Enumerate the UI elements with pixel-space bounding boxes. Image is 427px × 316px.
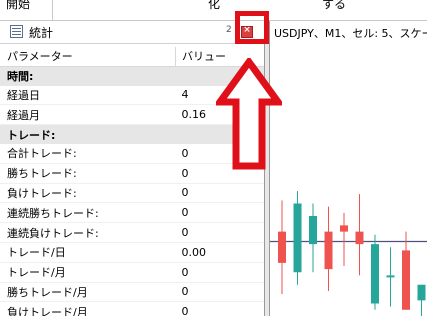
- candlestick-plot: [270, 191, 427, 316]
- parameter-value: 0: [175, 301, 264, 316]
- statistics-panel-header: 統計 2 ×: [0, 21, 264, 44]
- annotation-highlight-box: [235, 11, 269, 44]
- parameter-name: 勝ちトレード/月: [0, 282, 176, 303]
- candle-body: [371, 244, 379, 304]
- candle-body: [402, 250, 410, 310]
- candle-body: [355, 231, 364, 245]
- table-row[interactable]: 連続勝ちトレード: 0: [0, 202, 264, 224]
- parameter-value: 0: [175, 202, 264, 224]
- annotation-arrow-up-icon: [216, 58, 282, 170]
- parameter-value: 0.00: [175, 242, 264, 263]
- column-header-parameter[interactable]: パラメーター: [0, 47, 176, 67]
- candle-body: [309, 216, 317, 245]
- table-row[interactable]: トレード/日 0.00: [0, 242, 264, 263]
- parameter-name: トレード/月: [0, 262, 176, 283]
- parameter-value: 0: [175, 282, 264, 303]
- candlestick[interactable]: [309, 203, 317, 273]
- parameter-name: トレード/日: [0, 242, 176, 263]
- candlestick[interactable]: [402, 231, 410, 310]
- parameter-name: 合計トレード:: [0, 143, 176, 164]
- candlestick[interactable]: [324, 206, 333, 291]
- parameter-name: 連続負けトレード:: [0, 222, 176, 243]
- parameter-value: 0: [175, 222, 264, 243]
- parameter-value: 0: [175, 262, 264, 283]
- price-chart[interactable]: USDJPY、M1、セル: 5、スケール:: [270, 21, 427, 316]
- parameter-value: 0: [175, 183, 264, 204]
- parameter-name: 負けトレード:: [0, 183, 176, 204]
- candlestick[interactable]: [386, 247, 395, 307]
- candle-body: [278, 231, 286, 263]
- candle-body: [417, 284, 426, 301]
- top-label-left[interactable]: 開始: [6, 0, 30, 12]
- candlestick[interactable]: [278, 200, 286, 295]
- panel-title: 統計: [29, 26, 54, 40]
- parameter-name: 経過日: [0, 85, 176, 106]
- candle-body: [386, 275, 395, 278]
- top-label-mid[interactable]: 化: [208, 0, 220, 12]
- candle-body: [340, 225, 348, 232]
- top-label-right[interactable]: する: [322, 0, 346, 12]
- candlestick[interactable]: [417, 284, 426, 316]
- candle-body: [324, 231, 333, 270]
- candle-body: [293, 203, 302, 273]
- top-toolbar-strip: 開始 化 する: [0, 0, 427, 21]
- table-row[interactable]: 負けトレード: 0: [0, 183, 264, 204]
- table-row[interactable]: トレード/月 0: [0, 262, 264, 283]
- pin-icon[interactable]: 2: [226, 25, 232, 35]
- parameter-name: 勝ちトレード:: [0, 163, 176, 184]
- table-row[interactable]: 負けトレード/月 0: [0, 301, 264, 316]
- table-row[interactable]: 連続負けトレード: 0: [0, 222, 264, 243]
- parameter-name: 経過月: [0, 104, 176, 126]
- candlestick[interactable]: [293, 191, 302, 285]
- parameter-name: 負けトレード/月: [0, 301, 176, 316]
- candlestick[interactable]: [355, 194, 364, 276]
- document-list-icon: [10, 25, 23, 38]
- table-row[interactable]: 勝ちトレード/月 0: [0, 282, 264, 303]
- toolbar-divider: [52, 0, 53, 20]
- candlestick[interactable]: [340, 212, 348, 266]
- parameter-name: 連続勝ちトレード:: [0, 202, 176, 224]
- candlestick[interactable]: [371, 234, 379, 310]
